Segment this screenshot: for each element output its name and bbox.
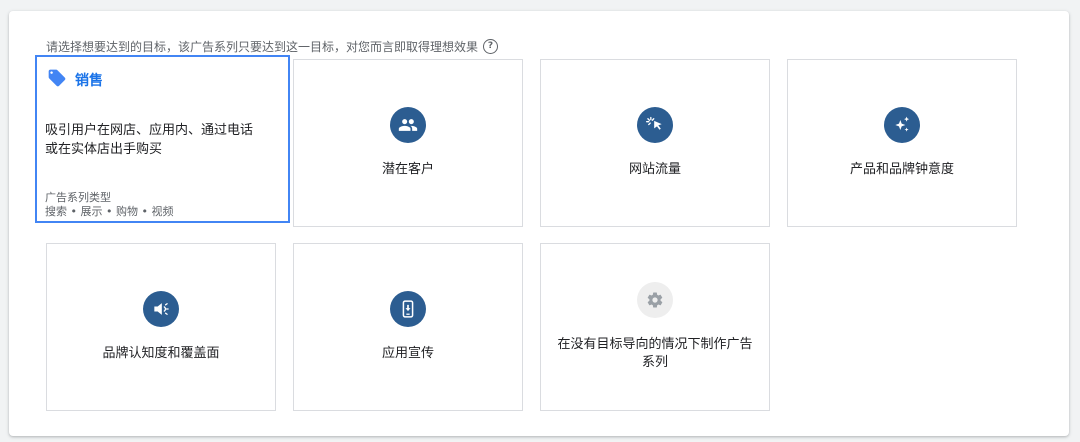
goal-prompt: 请选择想要达到的目标，该广告系列只要达到这一目标，对您而言即取得理想效果 ? (46, 36, 499, 56)
goal-card-awareness-label: 品牌认知度和覆盖面 (102, 346, 220, 361)
goal-card-sales-title: 销售 (75, 73, 103, 89)
help-icon[interactable]: ? (483, 38, 499, 54)
goal-selection-panel: 请选择想要达到的目标，该广告系列只要达到这一目标，对您而言即取得理想效果 ? 销… (9, 11, 1069, 436)
goal-card-consideration[interactable]: 产品和品牌钟意度 (787, 59, 1017, 227)
tag-icon (47, 68, 67, 92)
phone-download-icon (390, 291, 426, 327)
campaign-type-label: 广告系列类型 (45, 191, 111, 204)
megaphone-icon (143, 291, 179, 327)
goal-card-consideration-label: 产品和品牌钟意度 (849, 162, 954, 177)
goal-card-no-goal-label: 在没有目标导向的情况下制作广告系列 (557, 337, 753, 370)
goal-card-app-promotion[interactable]: 应用宣传 (293, 243, 523, 411)
goal-card-sales-campaign-types: 广告系列类型 搜索 • 展示 • 购物 • 视频 (45, 191, 173, 219)
cursor-click-icon (637, 107, 673, 143)
goal-card-sales[interactable]: 销售 吸引用户在网店、应用内、通过电话或在实体店出手购买 广告系列类型 搜索 •… (35, 55, 290, 223)
goal-card-traffic[interactable]: 网站流量 (540, 59, 770, 227)
sparkle-icon (884, 107, 920, 143)
goal-card-no-goal[interactable]: 在没有目标导向的情况下制作广告系列 (540, 243, 770, 411)
goal-card-leads-label: 潜在客户 (381, 162, 434, 177)
gear-icon (637, 282, 673, 318)
goal-card-sales-description: 吸引用户在网店、应用内、通过电话或在实体店出手购买 (45, 123, 254, 157)
goal-card-awareness[interactable]: 品牌认知度和覆盖面 (46, 243, 276, 411)
campaign-type-values: 搜索 • 展示 • 购物 • 视频 (45, 205, 174, 218)
goal-card-app-promotion-label: 应用宣传 (381, 346, 434, 361)
goal-card-sales-header: 销售 (47, 68, 103, 92)
people-icon (390, 107, 426, 143)
goal-card-traffic-label: 网站流量 (628, 162, 681, 177)
goal-card-leads[interactable]: 潜在客户 (293, 59, 523, 227)
goal-prompt-text: 请选择想要达到的目标，该广告系列只要达到这一目标，对您而言即取得理想效果 (46, 39, 479, 54)
